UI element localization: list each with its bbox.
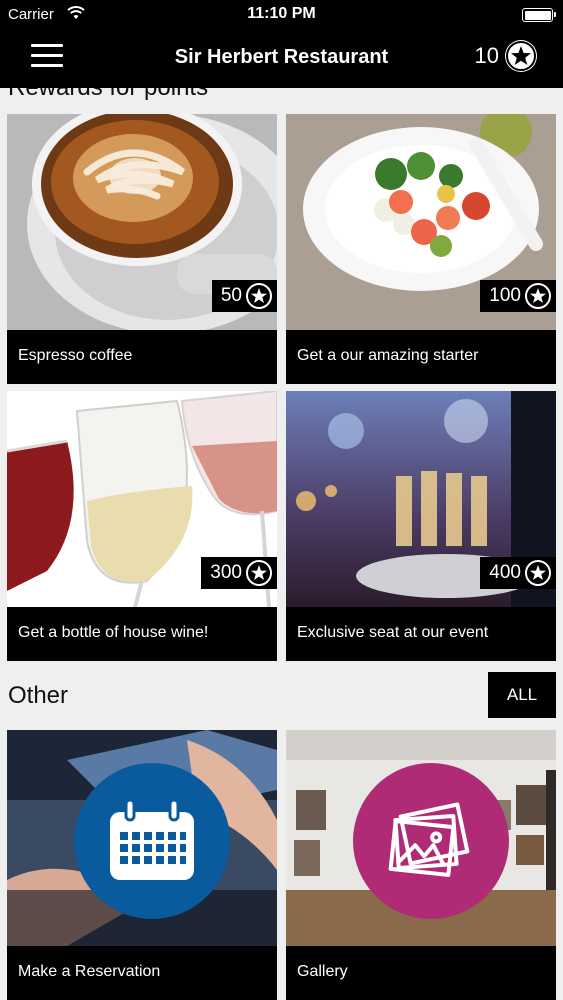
nav-bar: Sir Herbert Restaurant 10 (0, 30, 563, 88)
reward-label: Espresso coffee (7, 330, 277, 384)
status-time: 11:10 PM (247, 5, 316, 22)
reward-label: Get a our amazing starter (286, 330, 556, 384)
points-count: 10 (474, 43, 499, 68)
reward-card-starter[interactable]: 100 Get a our amazing starter (286, 114, 556, 384)
points-price: 400 (480, 557, 556, 589)
reward-card-wine[interactable]: 300 Get a bottle of house wine! (7, 391, 277, 661)
points-price: 300 (201, 557, 277, 589)
reward-card-espresso[interactable]: 50 Espresso coffee (7, 114, 277, 384)
star-icon (525, 283, 551, 309)
status-bar: Carrier 11:10 PM (0, 0, 563, 30)
calendar-icon (74, 763, 230, 919)
star-icon (246, 283, 272, 309)
points-price: 100 (480, 280, 556, 312)
points-balance[interactable]: 10 (475, 40, 537, 72)
other-card-gallery[interactable]: Gallery (286, 730, 556, 1000)
other-label: Gallery (286, 946, 556, 1000)
star-icon (505, 40, 537, 72)
other-card-reservation[interactable]: Make a Reservation (7, 730, 277, 1000)
star-icon (525, 560, 551, 586)
points-price: 50 (211, 280, 277, 312)
other-section-header: Other ALL (0, 670, 563, 720)
all-button[interactable]: ALL (488, 672, 556, 718)
rewards-section-title: Rewards for points (0, 88, 563, 104)
top-bar: Carrier 11:10 PM Sir Herbert Restaurant … (0, 0, 563, 88)
reservation-image (7, 730, 277, 946)
photos-icon (353, 763, 509, 919)
gallery-image (286, 730, 556, 946)
battery-icon (522, 8, 556, 22)
reward-card-event[interactable]: 400 Exclusive seat at our event (286, 391, 556, 661)
star-icon (246, 560, 272, 586)
other-label: Make a Reservation (7, 946, 277, 1000)
reward-label: Get a bottle of house wine! (7, 607, 277, 661)
section-title: Other (8, 682, 69, 709)
reward-label: Exclusive seat at our event (286, 607, 556, 661)
